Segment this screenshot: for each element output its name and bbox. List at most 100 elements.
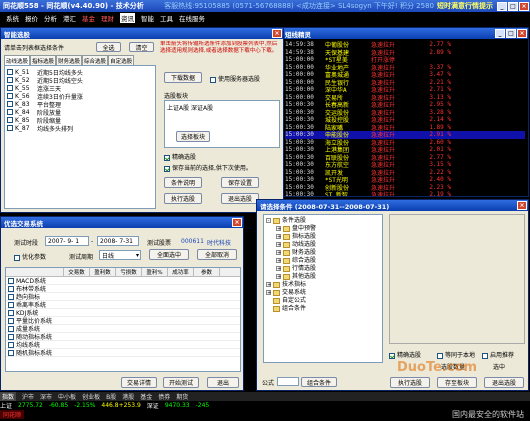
menu-smart[interactable]: 智能 [141, 13, 154, 23]
grid-col-header[interactable]: 亏损数 [116, 268, 142, 276]
expand-icon[interactable]: + [276, 242, 281, 248]
market-tab[interactable]: 港股 [122, 392, 134, 401]
start-test-button[interactable]: 开始测试 [163, 377, 199, 388]
tree-node[interactable]: + 财务选股 [266, 249, 380, 257]
optimize-checkbox[interactable]: 优化参数 [14, 252, 46, 261]
trade-close-icon[interactable]: × [232, 218, 242, 227]
condition-checkbox[interactable] [7, 69, 13, 75]
formula-close-icon[interactable]: × [517, 201, 527, 210]
run-select-button[interactable]: 执行选股 [164, 193, 202, 204]
expand-icon[interactable]: + [266, 290, 271, 296]
system-checkbox[interactable] [8, 277, 14, 284]
condition-checkbox[interactable] [7, 77, 13, 83]
condition-checkbox[interactable] [7, 101, 13, 107]
trade-exit-button[interactable]: 退出 [207, 377, 239, 388]
system-row[interactable]: 布林带系统 [6, 285, 240, 293]
cycle-select[interactable]: 日线 ▾ [99, 250, 141, 260]
tree-node[interactable]: + 动线选股 [266, 241, 380, 249]
clear-systems-button[interactable]: 全部取消 [197, 249, 237, 260]
system-row[interactable]: 随动指标系统 [6, 333, 240, 341]
market-tab[interactable]: 基金 [140, 392, 152, 401]
system-row[interactable]: 平量比价系统 [6, 317, 240, 325]
market-tab[interactable]: 中小板 [58, 392, 76, 401]
expand-icon[interactable]: + [276, 234, 281, 240]
same-local-checkbox[interactable]: 等同于本地 [437, 350, 475, 359]
menu-hk[interactable]: 港汇 [63, 13, 76, 23]
grid-col-header[interactable]: 盈利% [142, 268, 168, 276]
download-button[interactable]: 下载数据 [164, 72, 202, 83]
grid-col-header[interactable] [6, 268, 64, 276]
market-tab[interactable]: B股 [106, 392, 116, 401]
system-checkbox[interactable] [8, 301, 14, 308]
radar-row[interactable]: 15:00:30 ST 新智 急速拉升 2.19 % [285, 191, 525, 196]
condition-item[interactable]: K_85 阶段缩量 [5, 116, 155, 125]
trade-detail-button[interactable]: 交易详情 [121, 377, 157, 388]
ad-text[interactable]: 短时满意行情提示 [437, 1, 493, 11]
expand-icon[interactable]: + [276, 258, 281, 264]
expand-icon[interactable]: - [266, 218, 271, 224]
condition-checkbox[interactable] [7, 85, 13, 91]
grid-col-header[interactable]: 成功率 [168, 268, 194, 276]
tree-node[interactable]: + 行情选股 [266, 265, 380, 273]
condition-item[interactable]: K_56 连续3日价升量涨 [5, 92, 155, 101]
market-tab[interactable]: 沪市 [22, 392, 34, 401]
save-settings-button[interactable]: 保存设置 [221, 177, 259, 188]
formula-precise-checkbox[interactable]: 精确选股 [389, 350, 421, 359]
condition-checkbox[interactable] [7, 117, 13, 123]
radar-close-icon[interactable]: × [517, 29, 527, 38]
combo-cond-button[interactable]: 组合条件 [301, 377, 337, 387]
expand-icon[interactable]: + [276, 274, 281, 280]
grid-col-header[interactable]: 盈利数 [90, 268, 116, 276]
expand-icon[interactable]: + [276, 266, 281, 272]
tree-node[interactable]: 组合条件 [266, 305, 380, 313]
menu-finance[interactable]: 理财 [101, 13, 114, 23]
menu-quote[interactable]: 报价 [25, 13, 38, 23]
market-tab[interactable]: 深市 [40, 392, 52, 401]
tree-node[interactable]: + 其他选股 [266, 273, 380, 281]
use-recommend-checkbox[interactable]: 启用推荐 [482, 350, 514, 359]
system-checkbox[interactable] [8, 349, 14, 356]
close-icon[interactable]: × [519, 1, 529, 11]
smart-close-icon[interactable]: × [272, 29, 282, 38]
market-tab[interactable]: 指数 [0, 392, 17, 401]
tree-node[interactable]: + 指标选股 [266, 233, 380, 241]
select-all-button[interactable]: 全选 [96, 42, 121, 52]
grid-col-header[interactable]: 参数 [194, 268, 220, 276]
menu-fund[interactable]: 基金 [82, 13, 95, 23]
tree-node[interactable]: + 盘中预警 [266, 225, 380, 233]
system-checkbox[interactable] [8, 309, 14, 316]
system-checkbox[interactable] [8, 285, 14, 292]
precise-checkbox[interactable]: 精确选股 [164, 152, 196, 161]
clear-button[interactable]: 清空 [129, 42, 154, 52]
exit-select-button[interactable]: 退出选股 [221, 193, 259, 204]
condition-item[interactable]: K_52 近期5日均线空头 [5, 76, 155, 85]
radar-maximize-icon[interactable]: □ [506, 29, 516, 38]
condition-checkbox[interactable] [7, 109, 13, 115]
date-from-field[interactable]: 2007- 9- 1 [45, 236, 89, 246]
condition-item[interactable]: K_87 均线多头排列 [5, 124, 155, 133]
system-checkbox[interactable] [8, 333, 14, 340]
expand-icon[interactable]: + [266, 282, 271, 288]
tree-node[interactable]: 自定公式 [266, 297, 380, 305]
menu-analysis[interactable]: 分析 [44, 13, 57, 23]
grid-col-header[interactable]: 交易数 [64, 268, 90, 276]
brand-label[interactable]: 同花顺 [0, 410, 25, 419]
tree-node[interactable]: + 技术指标 [266, 281, 380, 289]
tree-node[interactable]: + 交易系统 [266, 289, 380, 297]
maximize-icon[interactable]: □ [508, 1, 518, 11]
select-all-systems-button[interactable]: 全面选中 [149, 249, 189, 260]
save-choice-checkbox[interactable]: 保存当前的选择,供下次使用。 [164, 163, 252, 172]
system-row[interactable]: 随机指标系统 [6, 349, 240, 357]
date-to-field[interactable]: 2008- 7-31 [97, 236, 139, 246]
menu-news[interactable]: 资讯 [120, 12, 135, 23]
market-tab[interactable]: 债券 [158, 392, 170, 401]
system-checkbox[interactable] [8, 317, 14, 324]
menu-tools[interactable]: 工具 [160, 13, 173, 23]
minimize-icon[interactable]: _ [497, 1, 507, 11]
system-checkbox[interactable] [8, 325, 14, 332]
tree-node[interactable]: + 综合选股 [266, 257, 380, 265]
expand-icon[interactable]: + [276, 250, 281, 256]
menu-system[interactable]: 系统 [6, 13, 19, 23]
condition-checkbox[interactable] [7, 93, 13, 99]
condition-checkbox[interactable] [7, 125, 13, 131]
